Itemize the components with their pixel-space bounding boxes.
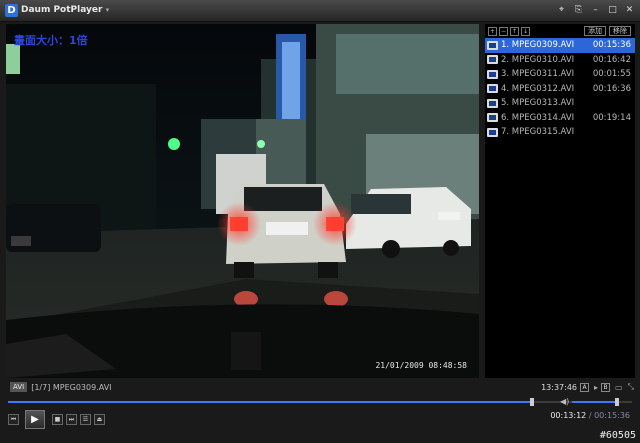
playlist-item-name: 1. MPEG0309.AVI [501, 40, 575, 51]
image-watermark: #60505 [599, 430, 636, 441]
playlist-add-button[interactable]: 添加 [584, 26, 606, 36]
playlist-item[interactable]: 7. MPEG0315.AVI [485, 125, 635, 140]
status-bar: AVI [1/7] MPEG0309.AVI 13:37:46 A ▸ B ▭ … [6, 380, 634, 394]
app-logo-icon[interactable]: D [5, 4, 18, 17]
app-menu-title[interactable]: Daum PotPlayer ▾ [21, 5, 109, 15]
playlist-remove-icon[interactable]: − [499, 26, 508, 36]
video-file-icon [487, 55, 498, 65]
seek-progress [8, 401, 533, 403]
playlist-toolbar: + − ↑ ↓ 添加 移除 [485, 24, 635, 38]
eject-icon[interactable]: ⏏ [94, 414, 105, 425]
playlist-item-duration: 00:19:14 [592, 112, 631, 123]
current-time: 00:13:12 [550, 411, 587, 420]
video-file-icon [487, 69, 498, 79]
playlist-add-icon[interactable]: + [488, 26, 497, 36]
video-file-icon [487, 113, 498, 123]
repeat-b-button[interactable]: B [601, 382, 611, 392]
time-separator: / [588, 411, 592, 420]
title-bar[interactable]: D Daum PotPlayer ▾ ⌖ ⎘ – □ ✕ [0, 0, 640, 22]
minimize-button[interactable]: – [589, 4, 602, 17]
playlist-down-icon[interactable]: ↓ [521, 26, 530, 36]
total-time: 00:15:36 [594, 411, 630, 420]
playlist-item[interactable]: 6. MPEG0314.AVI 00:19:14 [485, 111, 635, 126]
playlist-item[interactable]: 5. MPEG0313.AVI [485, 96, 635, 111]
playlist-item-name: 6. MPEG0314.AVI [501, 112, 575, 123]
resize-icon[interactable]: ⤡ [628, 382, 634, 392]
skin-icon[interactable]: ⎘ [572, 4, 585, 17]
video-area[interactable]: 畫面大小：1倍 21/01/2009 08:48:58 [6, 24, 479, 378]
seek-handle[interactable] [530, 398, 535, 406]
repeat-a-button[interactable]: A [580, 382, 590, 392]
video-timestamp: 21/01/2009 08:48:58 [375, 361, 467, 370]
next-icon[interactable]: ⏭ [66, 414, 77, 425]
playlist-panel[interactable]: + − ↑ ↓ 添加 移除 1. MPEG0309.AVI 00:15:36 2… [485, 24, 635, 378]
volume-track[interactable] [572, 398, 628, 406]
playlist-item-duration: 00:01:55 [592, 69, 631, 80]
playlist-item[interactable]: 4. MPEG0312.AVI 00:16:36 [485, 82, 635, 97]
menu-arrow-icon: ▾ [105, 6, 110, 14]
close-button[interactable]: ✕ [623, 4, 636, 17]
playlist-delete-button[interactable]: 移除 [609, 26, 631, 36]
pin-icon[interactable]: ⌖ [555, 4, 568, 17]
play-button[interactable]: ▶ [25, 410, 45, 429]
app-title-text: Daum PotPlayer [21, 5, 103, 15]
playlist-toggle-icon[interactable]: ☰ [80, 414, 91, 425]
video-file-icon [487, 127, 498, 137]
playlist-item-duration: 00:15:36 [592, 40, 631, 51]
playlist-item-name: 3. MPEG0311.AVI [501, 69, 575, 80]
volume-control[interactable]: ◀) [560, 397, 632, 407]
playlist-item-name: 4. MPEG0312.AVI [501, 83, 575, 94]
playlist-item-name: 7. MPEG0315.AVI [501, 127, 575, 138]
time-display: 00:13:12 / 00:15:36 [550, 411, 630, 420]
video-frame [6, 24, 479, 378]
video-file-icon [487, 84, 498, 94]
playlist-item-name: 5. MPEG0313.AVI [501, 98, 575, 109]
control-bar: ⏮ ▶ ■ ⏭ ☰ ⏏ ◀) 00:13:12 / 00:15:36 [8, 397, 632, 432]
playlist-item[interactable]: 1. MPEG0309.AVI 00:15:36 [485, 38, 635, 53]
system-clock: 13:37:46 [541, 382, 578, 392]
window-controls: ⌖ ⎘ – □ ✕ [555, 4, 636, 17]
playlist-item[interactable]: 2. MPEG0310.AVI 00:16:42 [485, 53, 635, 68]
seek-bar[interactable] [8, 398, 632, 406]
playlist-item-duration: 00:16:42 [592, 54, 631, 65]
playlist-tag-group: 添加 移除 [584, 26, 635, 36]
playlist-items: 1. MPEG0309.AVI 00:15:36 2. MPEG0310.AVI… [485, 38, 635, 140]
format-badge: AVI [10, 382, 28, 392]
arrow-right-icon: ▸ [594, 382, 599, 392]
now-playing-text: [1/7] MPEG0309.AVI [31, 382, 112, 392]
osd-zoom-text: 畫面大小：1倍 [14, 34, 88, 47]
playlist-up-icon[interactable]: ↑ [510, 26, 519, 36]
speaker-icon[interactable]: ◀) [560, 397, 569, 406]
volume-level [572, 401, 617, 403]
playlist-item-duration: 00:16:36 [592, 83, 631, 94]
subtitle-icon[interactable]: ▭ [615, 383, 623, 392]
stop-icon[interactable]: ■ [52, 414, 63, 425]
volume-handle[interactable] [614, 398, 619, 406]
maximize-button[interactable]: □ [606, 4, 619, 17]
playlist-item[interactable]: 3. MPEG0311.AVI 00:01:55 [485, 67, 635, 82]
video-file-icon [487, 40, 498, 50]
video-file-icon [487, 98, 498, 108]
previous-icon[interactable]: ⏮ [8, 414, 19, 425]
playlist-item-name: 2. MPEG0310.AVI [501, 54, 575, 65]
